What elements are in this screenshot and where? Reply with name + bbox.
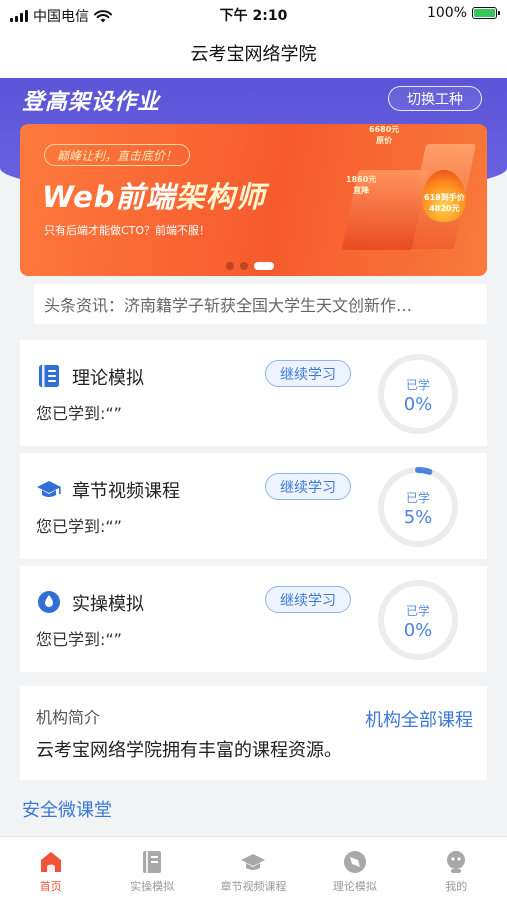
carousel-dot[interactable] xyxy=(240,262,248,270)
job-type-title: 登高架设作业 xyxy=(22,90,161,115)
carousel-dot[interactable] xyxy=(254,262,274,270)
progress-value: 0% xyxy=(403,394,433,415)
news-ticker[interactable]: 头条资讯：济南籍学子斩获全国大学生天文创新作… xyxy=(34,284,487,324)
course-title: 理论模拟 xyxy=(72,368,144,389)
tab-label: 章节视频课程 xyxy=(220,880,287,893)
nav-bar: 云考宝网络学院 xyxy=(0,28,507,78)
switch-job-type-button[interactable]: 切换工种 xyxy=(388,86,482,111)
battery-icon xyxy=(472,7,500,19)
learned-position: 您已学到:“” xyxy=(36,630,122,649)
banner-subtitle: 只有后端才能做CTO？前端不服！ xyxy=(44,224,211,237)
drop-icon xyxy=(38,591,60,613)
all-courses-link[interactable]: 机构全部课程 xyxy=(365,706,473,732)
continue-learning-button[interactable]: 继续学习 xyxy=(265,586,351,613)
continue-learning-button[interactable]: 继续学习 xyxy=(265,473,351,500)
user-icon xyxy=(447,851,466,873)
promo-banner[interactable]: 6680元 原价 1860元 直降 618到手价 4820元 巅峰让利，直击底价！ W… xyxy=(20,124,487,276)
progress-label: 已学 xyxy=(405,604,430,618)
banner-original-price: 6680元 原价 xyxy=(369,125,400,145)
tab-theory[interactable]: 理论模拟 xyxy=(304,837,405,900)
learned-position: 您已学到:“” xyxy=(36,517,122,536)
course-card-practice[interactable]: 实操模拟 继续学习 您已学到:“” 已学 0% xyxy=(20,566,487,672)
progress-value: 0% xyxy=(403,620,433,641)
tab-profile[interactable]: 我的 xyxy=(406,837,507,900)
tab-home[interactable]: 首页 xyxy=(0,837,101,900)
graduation-cap-icon xyxy=(241,854,266,870)
banner-discount: 1860元 直降 xyxy=(346,175,377,195)
status-bar: 中国电信 下午 2:10 100% xyxy=(0,0,507,28)
tab-video-course[interactable]: 章节视频课程 xyxy=(203,837,304,900)
safety-micro-class-link[interactable]: 安全微课堂 xyxy=(22,796,112,822)
course-card-video[interactable]: 章节视频课程 继续学习 您已学到:“” 已学 5% xyxy=(20,453,487,559)
book-icon xyxy=(143,851,162,873)
org-description: 云考宝网络学院拥有丰富的课程资源。 xyxy=(36,740,342,761)
tab-label: 首页 xyxy=(39,880,62,893)
course-card-theory[interactable]: 理论模拟 继续学习 您已学到:“” 已学 0% xyxy=(20,340,487,446)
graduation-cap-icon xyxy=(37,481,61,497)
tab-label: 我的 xyxy=(445,880,468,893)
battery-percent: 100% xyxy=(426,5,467,21)
progress-label: 已学 xyxy=(405,378,430,392)
carousel-dot[interactable] xyxy=(226,262,234,270)
page-title: 云考宝网络学院 xyxy=(190,44,317,65)
org-intro-card: 机构简介 机构全部课程 云考宝网络学院拥有丰富的课程资源。 xyxy=(20,686,487,780)
tab-label: 实操模拟 xyxy=(130,880,175,893)
home-icon xyxy=(40,852,61,872)
learned-position: 您已学到:“” xyxy=(36,404,122,423)
continue-learning-button[interactable]: 继续学习 xyxy=(265,360,351,387)
banner-promo-pill: 巅峰让利，直击底价！ xyxy=(44,144,191,166)
progress-value: 5% xyxy=(403,507,433,528)
org-intro-title: 机构简介 xyxy=(36,708,101,727)
banner-final-price: 618到手价 4820元 xyxy=(424,193,465,213)
tab-practice[interactable]: 实操模拟 xyxy=(102,837,203,900)
course-title: 章节视频课程 xyxy=(72,481,180,502)
progress-label: 已学 xyxy=(405,491,430,505)
banner-title: Web前端架构师 xyxy=(42,180,266,214)
tab-label: 理论模拟 xyxy=(332,880,377,893)
carousel-dots xyxy=(226,262,274,270)
status-right: 100% xyxy=(426,5,500,21)
bottom-tab-bar: 首页 实操模拟 章节视频课程 理论模拟 我的 xyxy=(0,836,507,900)
course-title: 实操模拟 xyxy=(72,594,144,615)
book-icon xyxy=(39,365,59,387)
compass-icon xyxy=(343,851,366,873)
